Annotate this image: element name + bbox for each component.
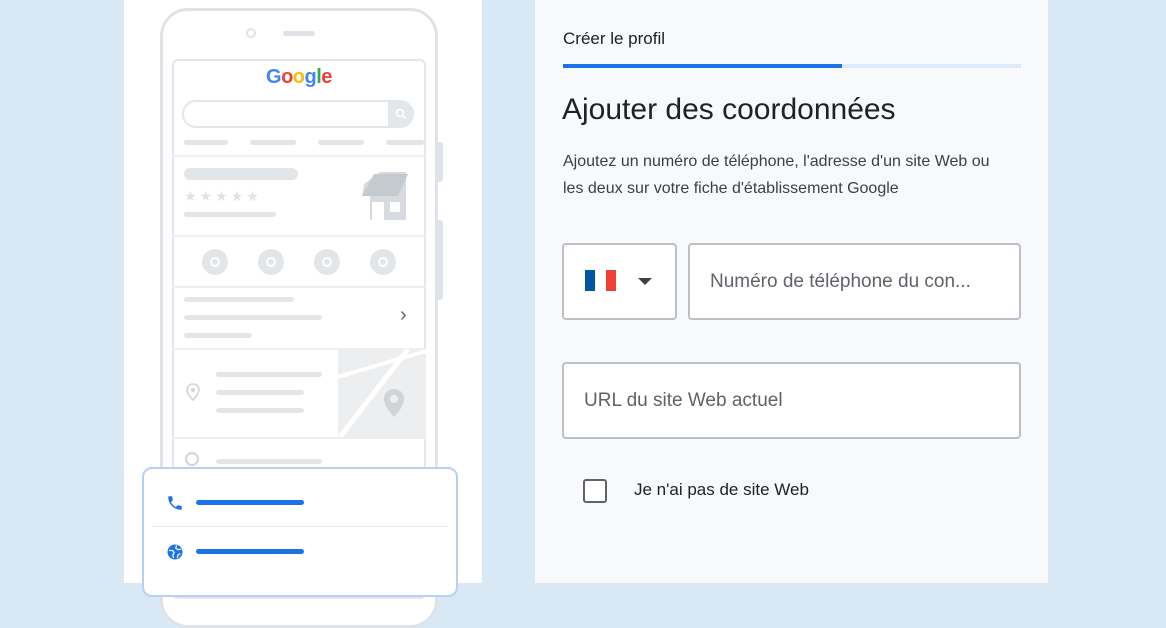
- logo-letter: g: [304, 66, 317, 88]
- divider: [172, 286, 426, 288]
- mock-search-bar: [182, 100, 414, 128]
- placeholder-line: [216, 408, 304, 413]
- description-text: Ajoutez un numéro de téléphone, l'adress…: [563, 153, 990, 197]
- divider: [172, 155, 426, 157]
- placeholder-line: [216, 390, 304, 395]
- phone-side-button: [438, 142, 443, 182]
- placeholder-line: [184, 315, 322, 320]
- directions-icon: [258, 249, 284, 275]
- map-thumbnail: [338, 349, 426, 437]
- website-url-input[interactable]: URL du site Web actuel: [562, 362, 1021, 439]
- phone-icon: [166, 494, 184, 517]
- page-title: Ajouter des coordonnées: [562, 93, 896, 126]
- contact-card-illustration: [142, 467, 458, 597]
- chevron-down-icon[interactable]: [638, 278, 652, 285]
- placeholder-line: [216, 372, 322, 377]
- placeholder-line: [216, 459, 322, 464]
- divider: [152, 526, 448, 527]
- logo-letter: o: [281, 66, 293, 88]
- progress-bar: [563, 64, 1021, 68]
- placeholder-line: [250, 140, 296, 145]
- website-line-placeholder: [196, 549, 304, 554]
- phone-speaker: [283, 31, 315, 36]
- placeholder-title: [184, 168, 298, 180]
- placeholder-line: [184, 333, 252, 338]
- divider: [172, 437, 426, 439]
- no-website-label[interactable]: Je n'ai pas de site Web: [634, 480, 809, 500]
- placeholder-line: [184, 140, 228, 145]
- google-logo: Google: [266, 66, 332, 89]
- no-website-checkbox[interactable]: [583, 479, 607, 503]
- phone-input[interactable]: Numéro de téléphone du con...: [688, 243, 1021, 320]
- store-icon: [358, 168, 414, 229]
- france-flag-icon: [585, 270, 616, 291]
- rating-stars: ★★★★★: [184, 188, 262, 204]
- logo-letter: o: [292, 66, 305, 88]
- placeholder-line: [386, 140, 424, 145]
- save-icon: [314, 249, 340, 275]
- logo-letter: G: [266, 66, 282, 88]
- call-icon: [202, 249, 228, 275]
- placeholder-line: [184, 212, 276, 217]
- country-select[interactable]: [562, 243, 677, 320]
- logo-letter: e: [321, 66, 332, 88]
- step-title: Créer le profil: [563, 29, 666, 48]
- share-icon: [370, 249, 396, 275]
- placeholder-line: [318, 140, 364, 145]
- chevron-right-icon: ›: [400, 304, 407, 326]
- clock-icon: [185, 452, 199, 466]
- phone-camera: [246, 28, 256, 38]
- progress-fill: [563, 64, 843, 68]
- phone-side-button: [438, 220, 443, 300]
- globe-icon: [166, 543, 184, 566]
- phone-line-placeholder: [196, 500, 304, 505]
- placeholder-line: [184, 297, 294, 302]
- location-pin-icon: [186, 383, 200, 406]
- divider: [172, 235, 426, 237]
